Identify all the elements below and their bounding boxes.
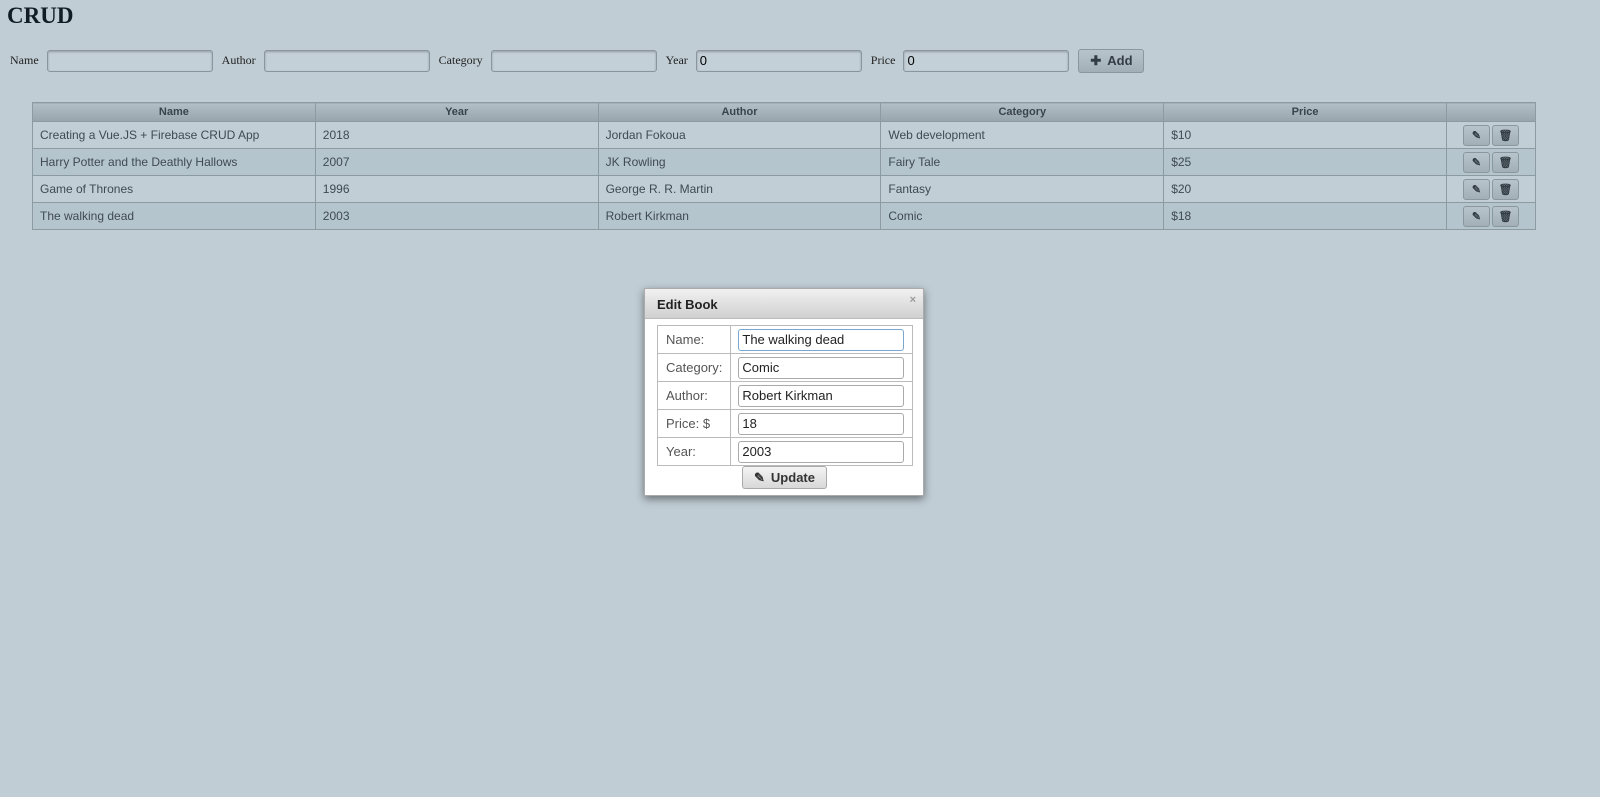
add-button[interactable]: ✚ Add bbox=[1078, 48, 1145, 73]
cell-author: Jordan Fokoua bbox=[597, 121, 882, 149]
row-actions: ✎ 🗑 bbox=[1445, 175, 1537, 203]
trash-icon: 🗑 bbox=[1498, 129, 1513, 142]
edit-year-input[interactable] bbox=[738, 440, 905, 463]
price-input[interactable] bbox=[903, 49, 1070, 72]
header-actions bbox=[1445, 102, 1537, 122]
table-row: Game of Thrones 1996 George R. R. Martin Fa… bbox=[32, 175, 1537, 203]
delete-button[interactable]: 🗑 bbox=[1492, 205, 1519, 227]
row-actions: ✎ 🗑 bbox=[1445, 148, 1537, 176]
edit-category-input[interactable] bbox=[738, 356, 905, 379]
header-author[interactable]: Author bbox=[597, 102, 882, 122]
close-icon[interactable]: × bbox=[910, 294, 916, 306]
edit-price-input[interactable] bbox=[738, 412, 905, 435]
cell-name: Harry Potter and the Deathly Hallows bbox=[32, 148, 316, 176]
cell-category: Web development bbox=[880, 121, 1165, 149]
cell-price: $25 bbox=[1163, 148, 1447, 176]
cell-category: Fairy Tale bbox=[880, 148, 1165, 176]
edit-form: Name:Category:Author:Price: $Year: bbox=[656, 325, 914, 466]
trash-icon: 🗑 bbox=[1498, 210, 1513, 223]
cell-year: 1996 bbox=[314, 175, 599, 203]
form-row: Author: bbox=[656, 381, 914, 410]
field-cell bbox=[730, 353, 914, 382]
form-row: Name: bbox=[656, 325, 914, 354]
category-label: Category bbox=[438, 53, 483, 67]
plus-icon: ✚ bbox=[1090, 52, 1102, 68]
table-row: Creating a Vue.JS + Firebase CRUD App 201… bbox=[32, 121, 1537, 149]
dialog-header: Edit Book × bbox=[645, 289, 923, 319]
pencil-icon: ✎ bbox=[1471, 129, 1482, 142]
row-actions: ✎ 🗑 bbox=[1445, 121, 1537, 149]
cell-name: Game of Thrones bbox=[32, 175, 316, 203]
form-row: Year: bbox=[656, 437, 914, 466]
cell-year: 2018 bbox=[314, 121, 599, 149]
table-row: Harry Potter and the Deathly Hallows 2007… bbox=[32, 148, 1537, 176]
cell-year: 2007 bbox=[314, 148, 599, 176]
name-input[interactable] bbox=[46, 49, 213, 72]
cell-name: The walking dead bbox=[32, 202, 316, 230]
year-input[interactable] bbox=[695, 49, 862, 72]
cell-name: Creating a Vue.JS + Firebase CRUD App bbox=[32, 121, 316, 149]
field-cell bbox=[730, 437, 914, 466]
row-actions: ✎ 🗑 bbox=[1445, 202, 1537, 230]
header-category[interactable]: Category bbox=[880, 102, 1165, 122]
update-button[interactable]: ✎ Update bbox=[742, 466, 827, 489]
form-row: Category: bbox=[656, 353, 914, 382]
edit-book-dialog: Edit Book × Name:Category:Author:Price: $… bbox=[644, 288, 924, 496]
header-year[interactable]: Year bbox=[314, 102, 599, 122]
header-price[interactable]: Price bbox=[1163, 102, 1447, 122]
add-book-form: Name Author Category Year Price ✚Add bbox=[10, 48, 1145, 73]
pencil-icon: ✎ bbox=[1471, 156, 1482, 169]
cell-author: JK Rowling bbox=[597, 148, 882, 176]
price-label: Price bbox=[870, 53, 896, 67]
edit-name-input[interactable] bbox=[738, 328, 905, 351]
field-cell bbox=[730, 381, 914, 410]
edit-button[interactable]: ✎ bbox=[1463, 205, 1490, 227]
cell-category: Comic bbox=[880, 202, 1165, 230]
pencil-icon: ✎ bbox=[754, 469, 765, 485]
year-label: Year bbox=[665, 53, 688, 67]
cell-price: $20 bbox=[1163, 175, 1447, 203]
field-cell bbox=[730, 409, 914, 438]
author-label: Author bbox=[221, 53, 256, 67]
category-input[interactable] bbox=[490, 49, 657, 72]
edit-button[interactable]: ✎ bbox=[1463, 124, 1490, 146]
name-label: Name: bbox=[656, 325, 732, 354]
page-title: CRUD bbox=[7, 3, 74, 28]
edit-author-input[interactable] bbox=[738, 384, 905, 407]
edit-button[interactable]: ✎ bbox=[1463, 151, 1490, 173]
cell-year: 2003 bbox=[314, 202, 599, 230]
pencil-icon: ✎ bbox=[1471, 210, 1482, 223]
delete-button[interactable]: 🗑 bbox=[1492, 151, 1519, 173]
dialog-title: Edit Book bbox=[657, 297, 718, 312]
cell-category: Fantasy bbox=[880, 175, 1165, 203]
name-label: Name bbox=[10, 53, 39, 67]
field-cell bbox=[730, 325, 914, 354]
year-label: Year: bbox=[656, 437, 732, 466]
delete-button[interactable]: 🗑 bbox=[1492, 178, 1519, 200]
edit-button[interactable]: ✎ bbox=[1463, 178, 1490, 200]
author-label: Author: bbox=[656, 381, 732, 410]
table-row: The walking dead 2003 Robert Kirkman Comic $… bbox=[32, 202, 1537, 230]
category-label: Category: bbox=[656, 353, 732, 382]
cell-author: George R. R. Martin bbox=[597, 175, 882, 203]
cell-price: $18 bbox=[1163, 202, 1447, 230]
trash-icon: 🗑 bbox=[1498, 156, 1513, 169]
form-row: Price: $ bbox=[656, 409, 914, 438]
cell-price: $10 bbox=[1163, 121, 1447, 149]
trash-icon: 🗑 bbox=[1498, 183, 1513, 196]
cell-author: Robert Kirkman bbox=[597, 202, 882, 230]
author-input[interactable] bbox=[263, 49, 430, 72]
pencil-icon: ✎ bbox=[1471, 183, 1482, 196]
books-table: Name Year Author Category Price Creating… bbox=[32, 102, 1537, 230]
delete-button[interactable]: 🗑 bbox=[1492, 124, 1519, 146]
header-name[interactable]: Name bbox=[32, 102, 316, 122]
price-label: Price: $ bbox=[656, 409, 732, 438]
